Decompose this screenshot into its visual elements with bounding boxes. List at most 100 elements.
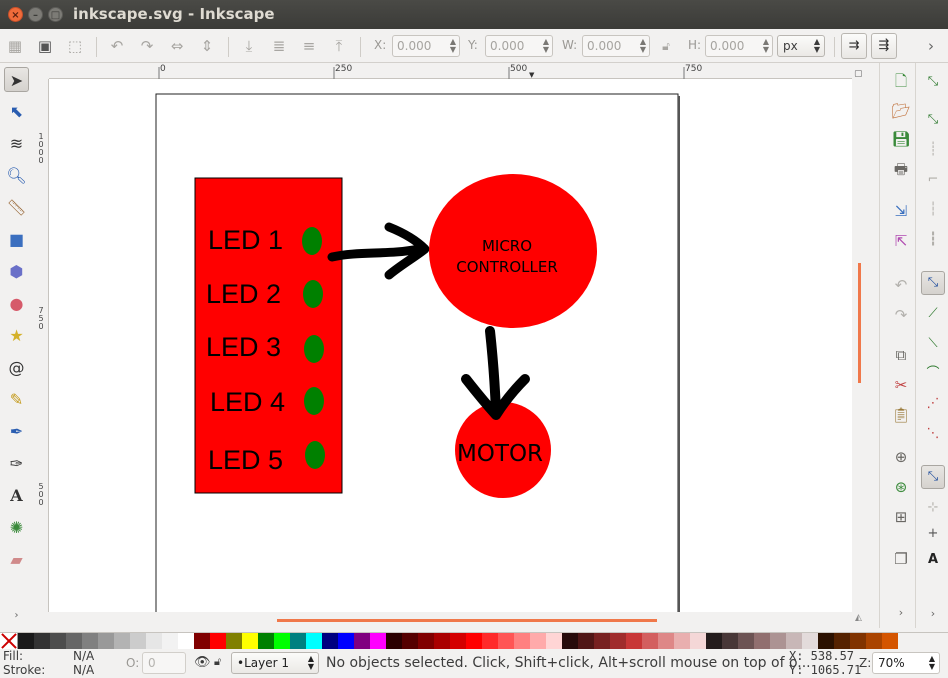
palette-swatch[interactable]	[514, 633, 530, 649]
palette-swatch[interactable]	[690, 633, 706, 649]
pen-tool-icon[interactable]: ✒	[4, 419, 29, 444]
snap-object-center-icon[interactable]: ⊹	[921, 497, 945, 521]
unit-select[interactable]: px ▲ ▼	[777, 35, 825, 57]
paste-icon[interactable]: 📋︎	[891, 405, 911, 425]
palette-swatch[interactable]	[818, 633, 834, 649]
palette-swatch[interactable]	[626, 633, 642, 649]
drawing-canvas[interactable]: LED 1 LED 2 LED 3 LED 4 LED 5 MICRO CONT…	[49, 79, 852, 612]
palette-swatch[interactable]	[578, 633, 594, 649]
horizontal-scroll-thumb[interactable]	[277, 619, 657, 622]
led-label-4[interactable]: LED 4	[210, 387, 285, 417]
palette-swatch[interactable]	[466, 633, 482, 649]
snap-path-icon[interactable]: ⟋	[921, 303, 945, 327]
x-field[interactable]: 0.000 ▲ ▼	[392, 35, 460, 57]
zoom-field[interactable]: 70% ▲ ▼	[872, 652, 940, 674]
snap-line-midpoint-icon[interactable]: ⋱	[921, 423, 945, 447]
copy-icon[interactable]: ⧉	[891, 345, 911, 365]
palette-swatch[interactable]	[210, 633, 226, 649]
palette-swatch[interactable]	[114, 633, 130, 649]
export-icon[interactable]: ⇱	[891, 231, 911, 251]
layer-select[interactable]: •Layer 1 ▲ ▼	[231, 652, 319, 674]
led-label-5[interactable]: LED 5	[208, 445, 283, 475]
snap-bbox-corner-icon[interactable]: ⌐	[921, 169, 945, 193]
palette-swatch[interactable]	[434, 633, 450, 649]
palette-swatch[interactable]	[98, 633, 114, 649]
spin-arrows-icon[interactable]: ▲ ▼	[640, 38, 646, 54]
sticky-zoom-icon[interactable]: ◭	[855, 613, 862, 623]
palette-swatch[interactable]	[386, 633, 402, 649]
layer-lock-icon[interactable]: 🔓︎	[214, 655, 221, 669]
rectangle-tool-icon[interactable]: ■	[4, 227, 29, 252]
snap-bbox-icon[interactable]: ⤡	[921, 109, 945, 133]
ellipse-tool-icon[interactable]: ●	[4, 291, 29, 316]
led-dot-5[interactable]	[305, 441, 325, 469]
palette-swatch[interactable]	[18, 633, 34, 649]
lower-to-bottom-icon[interactable]: ⤓	[240, 37, 258, 55]
spiral-tool-icon[interactable]: @	[4, 355, 29, 380]
palette-swatch[interactable]	[866, 633, 882, 649]
duplicate-icon[interactable]: ❐	[891, 549, 911, 569]
vertical-scrollbar[interactable]: ▢ ◭	[852, 63, 866, 628]
snap-path-intersection-icon[interactable]: ⟍	[921, 333, 945, 357]
rotate-ccw-icon[interactable]: ↶	[108, 37, 126, 55]
palette-swatch[interactable]	[546, 633, 562, 649]
snap-overflow-icon[interactable]: ›	[921, 603, 945, 627]
select-all-in-all-layers-icon[interactable]: ▣	[36, 37, 54, 55]
vertical-scroll-thumb[interactable]	[858, 263, 861, 383]
star-tool-icon[interactable]: ★	[4, 323, 29, 348]
spin-arrows-icon[interactable]: ▲ ▼	[543, 38, 549, 54]
palette-swatch[interactable]	[34, 633, 50, 649]
no-paint-swatch[interactable]	[0, 633, 18, 649]
tweak-tool-icon[interactable]: ≋	[4, 131, 29, 156]
lock-ratio-icon[interactable]: 🔓︎	[657, 37, 675, 55]
palette-swatch[interactable]	[242, 633, 258, 649]
palette-swatch[interactable]	[850, 633, 866, 649]
palette-swatch[interactable]	[754, 633, 770, 649]
palette-swatch[interactable]	[82, 633, 98, 649]
motor-label[interactable]: MOTOR	[457, 441, 543, 467]
transform-stroke-icon[interactable]: ⇉	[841, 33, 867, 59]
led-dot-1[interactable]	[302, 227, 322, 255]
zoom-selection-icon[interactable]: ⊕	[891, 447, 911, 467]
undo-icon[interactable]: ↶	[891, 275, 911, 295]
spin-arrows-icon[interactable]: ▲ ▼	[763, 38, 769, 54]
zoom-tool-icon[interactable]: 🔍︎	[4, 163, 29, 188]
snap-bbox-center-icon[interactable]: ┇	[921, 229, 945, 253]
palette-swatch[interactable]	[770, 633, 786, 649]
palette-swatch[interactable]	[66, 633, 82, 649]
palette-swatch[interactable]	[418, 633, 434, 649]
pencil-tool-icon[interactable]: ✎	[4, 387, 29, 412]
eraser-tool-icon[interactable]: ▰	[4, 547, 29, 572]
open-document-icon[interactable]: 📂︎	[891, 101, 911, 121]
palette-swatch[interactable]	[706, 633, 722, 649]
measure-tool-icon[interactable]: 📏︎	[4, 195, 29, 220]
spin-arrows-icon[interactable]: ▲ ▼	[450, 38, 456, 54]
palette-swatch[interactable]	[450, 633, 466, 649]
palette-swatch[interactable]	[290, 633, 306, 649]
palette-swatch[interactable]	[370, 633, 386, 649]
snap-enable-icon[interactable]: ⤡	[921, 71, 945, 95]
snap-cusp-nodes-icon[interactable]: ⌒	[921, 363, 945, 387]
flip-vertical-icon[interactable]: ⇕	[198, 37, 216, 55]
horizontal-scrollbar[interactable]	[49, 612, 852, 628]
palette-swatch[interactable]	[146, 633, 162, 649]
calligraphy-tool-icon[interactable]: ✑	[4, 451, 29, 476]
palette-swatch[interactable]	[482, 633, 498, 649]
stroke-value[interactable]: N/A	[73, 663, 94, 677]
y-field[interactable]: 0.000 ▲ ▼	[485, 35, 553, 57]
cut-icon[interactable]: ✂	[891, 375, 911, 395]
controller-label-line2[interactable]: CONTROLLER	[456, 258, 558, 276]
snap-bbox-edge-icon[interactable]: ┊	[921, 139, 945, 163]
palette-swatch[interactable]	[642, 633, 658, 649]
palette-swatch[interactable]	[338, 633, 354, 649]
zoom-drawing-icon[interactable]: ⊛	[891, 477, 911, 497]
text-tool-icon[interactable]: A	[4, 483, 29, 508]
palette-swatch[interactable]	[530, 633, 546, 649]
raise-to-top-icon[interactable]: ⤒	[330, 37, 348, 55]
led-dot-4[interactable]	[304, 387, 324, 415]
palette-swatch[interactable]	[562, 633, 578, 649]
palette-swatch[interactable]	[274, 633, 290, 649]
palette-swatch[interactable]	[162, 633, 178, 649]
palette-swatch[interactable]	[178, 633, 194, 649]
palette-swatch[interactable]	[610, 633, 626, 649]
